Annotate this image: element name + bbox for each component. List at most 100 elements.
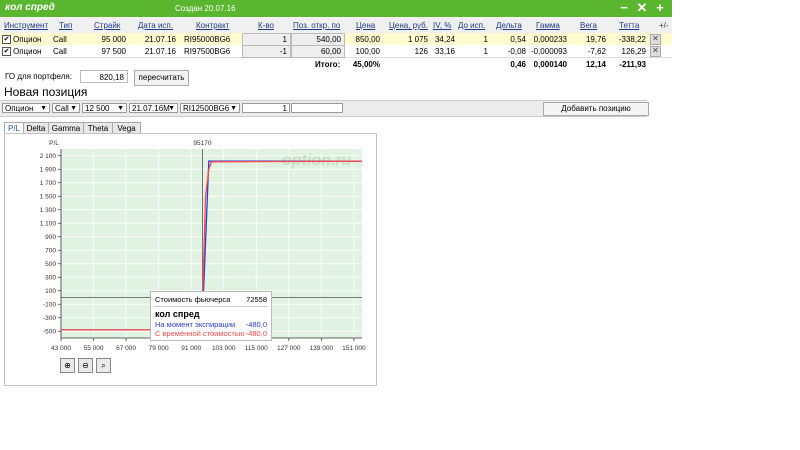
remove-row-icon[interactable]: ✕ <box>650 46 661 57</box>
new-position-title: Новая позиция <box>4 85 88 99</box>
cell-price-rub: 126 <box>414 47 428 56</box>
cell-gamma: 0,000233 <box>533 35 567 44</box>
zoom-reset-icon[interactable]: ⌕ <box>96 358 111 373</box>
cell-theta: -338,22 <box>618 35 646 44</box>
type-select-value: Call <box>55 104 69 113</box>
cell-qty: 1 <box>282 35 287 44</box>
col-gamma[interactable]: Гамма <box>536 21 560 30</box>
chevron-down-icon: ▼ <box>40 105 47 112</box>
col-delta[interactable]: Дельта <box>496 21 522 30</box>
col-open-price[interactable]: Поз. откр. по <box>293 21 340 30</box>
cell-date: 21.07.16 <box>144 35 176 44</box>
qty-input[interactable]: 1 <box>242 103 290 113</box>
zoom-out-icon[interactable]: ⊖ <box>78 358 93 373</box>
col-price[interactable]: Цена <box>356 21 375 30</box>
col-days[interactable]: До исп. <box>458 21 485 30</box>
cell-days: 1 <box>483 47 488 56</box>
y-tick-label: 2 100 <box>40 153 57 160</box>
table-row: ✔ Опцион Call 97 500 21.07.16 RI97500BG6… <box>0 45 672 58</box>
row-checkbox[interactable]: ✔ <box>2 47 11 56</box>
y-axis-label: P/L <box>49 140 59 147</box>
cell-gamma: -0,000093 <box>530 47 567 56</box>
go-label: ГО для портфеля: <box>5 72 72 81</box>
y-tick-label: 1 300 <box>40 207 57 214</box>
add-icon[interactable]: + <box>653 1 667 15</box>
tooltip-futures-label: Стоимость фьючерса <box>155 295 231 304</box>
y-tick-label: -100 <box>43 301 56 308</box>
y-tick-label: 300 <box>45 274 56 281</box>
cell-iv: 34,24 <box>434 35 455 44</box>
date-select[interactable]: 21.07.16M ▼ <box>129 103 178 113</box>
cell-iv: 33,16 <box>434 47 455 56</box>
table-row: ✔ Опцион Call 95 000 21.07.16 RI95000BG6… <box>0 33 672 46</box>
col-theta[interactable]: Тетта <box>619 21 639 30</box>
cell-open-price: 540,00 <box>316 35 341 44</box>
type-select[interactable]: Call ▼ <box>52 103 80 113</box>
col-type[interactable]: Тип <box>59 21 72 30</box>
x-tick-label: 79 000 <box>149 345 169 352</box>
y-tick-label: 1 900 <box>40 166 57 173</box>
chart-tooltip: Стоимость фьючерса 72558 кол спред На мо… <box>150 291 272 341</box>
cell-theta: 126,29 <box>621 47 646 56</box>
close-icon[interactable]: ✕ <box>635 1 649 15</box>
tooltip-time-label: С временной стоимостью <box>155 329 245 338</box>
col-vega[interactable]: Вега <box>580 21 597 30</box>
cell-price-rub: 1 075 <box>407 35 428 44</box>
cell-contract: RI95000BG6 <box>184 35 231 44</box>
chart-panel: 43 000 55 000 67 000 79 000 91 000 103 000 115… <box>4 133 377 386</box>
totals-gamma: 0,000140 <box>533 60 567 69</box>
totals-delta: 0,46 <box>510 60 526 69</box>
col-contract[interactable]: Контракт <box>196 21 229 30</box>
cell-delta: 0,54 <box>510 35 526 44</box>
cell-contract: RI97500BG6 <box>184 47 231 56</box>
add-position-button[interactable]: Добавить позицию <box>543 102 649 116</box>
new-position-bar: Опцион ▼ Call ▼ 12 500 ▼ 21.07.16M ▼ RI12500… <box>0 100 649 117</box>
minimize-icon[interactable]: − <box>617 1 631 15</box>
strike-select[interactable]: 12 500 ▼ <box>82 103 127 113</box>
recalc-button[interactable]: пересчитать <box>134 70 189 86</box>
cell-price: 850,00 <box>355 35 380 44</box>
tooltip-futures-value: 72558 <box>246 295 267 304</box>
x-tick-label: 127 000 <box>277 345 301 352</box>
instrument-select[interactable]: Опцион ▼ <box>2 103 50 113</box>
pl-chart[interactable]: 43 000 55 000 67 000 79 000 91 000 103 000 115… <box>5 134 376 385</box>
col-iv[interactable]: IV, % <box>433 21 451 30</box>
table-header: Инструмент Тип Страйк Дата исп. Контракт… <box>0 18 672 34</box>
go-value-field: 820,18 <box>80 70 128 83</box>
cell-open-price: 60,00 <box>320 47 341 56</box>
date-select-value: 21.07.16M <box>132 104 170 113</box>
y-tick-label: 1 500 <box>40 193 57 200</box>
cell-type: Call <box>53 47 67 56</box>
row-checkbox[interactable]: ✔ <box>2 35 11 44</box>
col-price-rub[interactable]: Цена, руб. <box>389 21 428 30</box>
created-date: Создан 20.07.16 <box>175 4 236 13</box>
col-qty[interactable]: К-во <box>258 21 274 30</box>
x-tick-label: 151 000 <box>342 345 366 352</box>
watermark: option.ru <box>282 152 352 169</box>
chevron-down-icon: ▼ <box>230 105 237 112</box>
y-tick-label: 100 <box>45 288 56 295</box>
x-tick-label: 91 000 <box>181 345 201 352</box>
zoom-in-icon[interactable]: ⊕ <box>60 358 75 373</box>
tooltip-time-value: -480,0 <box>245 329 267 338</box>
remove-row-icon[interactable]: ✕ <box>650 34 661 45</box>
tooltip-expiry-label: На момент экспирации <box>155 320 236 329</box>
price-input[interactable] <box>291 103 343 113</box>
x-tick-label: 67 000 <box>116 345 136 352</box>
col-strike[interactable]: Страйк <box>94 21 120 30</box>
contract-select-value: RI12500BG6 <box>183 104 230 113</box>
col-date[interactable]: Дата исп. <box>138 21 173 30</box>
col-plus-minus: +/- <box>659 21 669 30</box>
cell-vega: -7,62 <box>587 47 606 56</box>
x-tick-label: 55 000 <box>84 345 104 352</box>
window-titlebar: кол спред Создан 20.07.16 − ✕ + <box>0 0 672 17</box>
cell-price: 100,00 <box>355 47 380 56</box>
y-tick-label: 500 <box>45 261 56 268</box>
cell-days: 1 <box>483 35 488 44</box>
totals-row: Итого: 45,00% 0,46 0,000140 12,14 -211,9… <box>0 58 672 69</box>
instrument-select-value: Опцион <box>5 104 34 113</box>
contract-select[interactable]: RI12500BG6 ▼ <box>180 103 240 113</box>
col-instrument[interactable]: Инструмент <box>4 21 48 30</box>
y-tick-label: -300 <box>43 315 56 322</box>
x-tick-label: 139 000 <box>310 345 334 352</box>
